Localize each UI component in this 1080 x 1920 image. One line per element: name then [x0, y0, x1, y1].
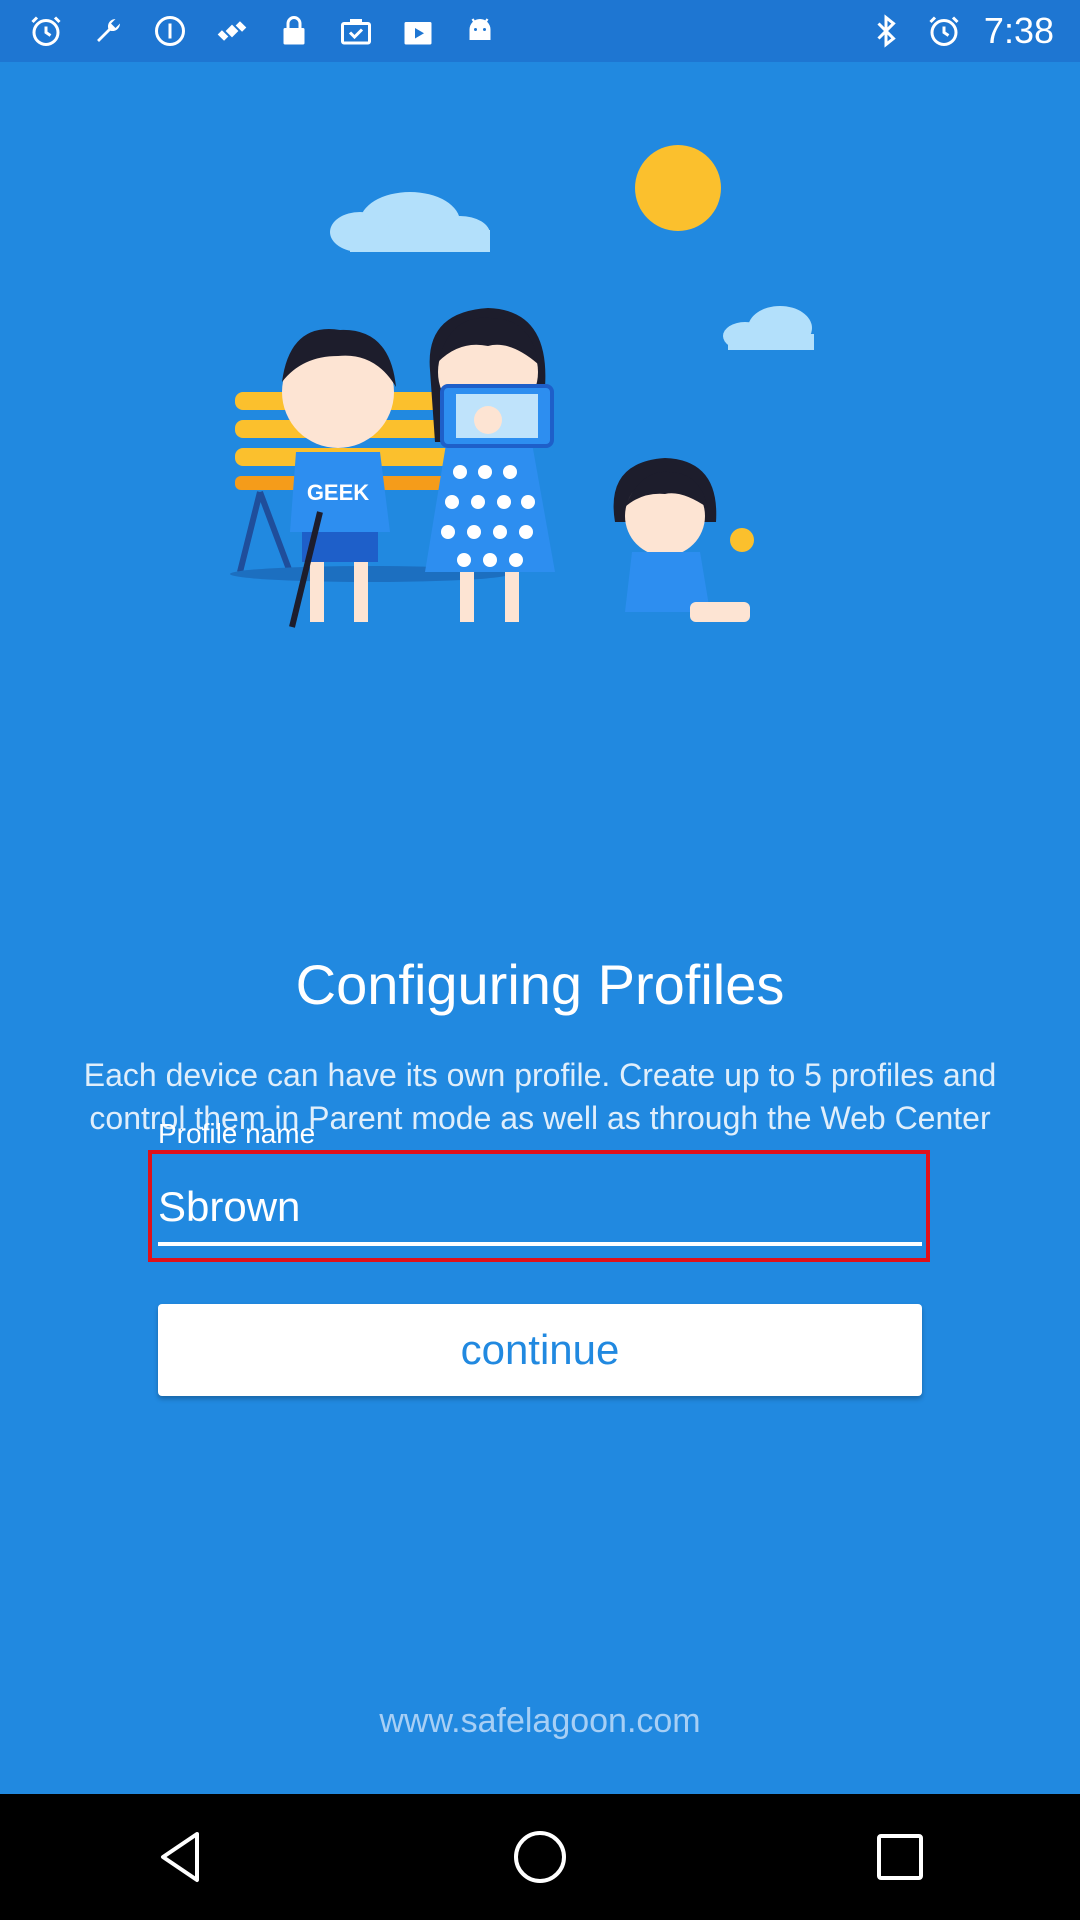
geek-shirt-text: GEEK	[307, 480, 369, 505]
website-link[interactable]: www.safelagoon.com	[0, 1702, 1080, 1741]
system-status: 7:38	[868, 10, 1080, 52]
onboarding-screen: GEEK Configuring Profiles Each device ca…	[0, 62, 1080, 1794]
android-icon	[462, 13, 498, 49]
status-bar: 7:38	[0, 0, 1080, 62]
recents-icon[interactable]	[860, 1817, 940, 1897]
family-illustration: GEEK	[230, 145, 814, 628]
profile-name-input[interactable]	[158, 1172, 922, 1246]
cloud-right	[723, 306, 814, 350]
page-title: Configuring Profiles	[295, 953, 785, 1016]
continue-button[interactable]: continue	[158, 1304, 922, 1396]
play-store-icon	[400, 13, 436, 49]
lock-icon	[276, 13, 312, 49]
info-icon	[152, 13, 188, 49]
alarm-icon	[926, 13, 962, 49]
wrench-icon	[90, 13, 126, 49]
notification-icons	[0, 13, 498, 49]
briefcase-check-icon	[338, 13, 374, 49]
girl	[613, 458, 754, 622]
cloud-left	[330, 192, 490, 252]
bluetooth-icon	[868, 13, 904, 49]
alarm-icon	[28, 13, 64, 49]
back-icon[interactable]	[140, 1817, 220, 1897]
profile-name-label: Profile name	[158, 1118, 316, 1149]
sun	[635, 145, 721, 231]
satellite-icon	[214, 13, 250, 49]
home-icon[interactable]	[500, 1817, 580, 1897]
boy: GEEK	[282, 329, 396, 628]
clock: 7:38	[983, 10, 1054, 51]
navigation-bar	[0, 1794, 1080, 1920]
